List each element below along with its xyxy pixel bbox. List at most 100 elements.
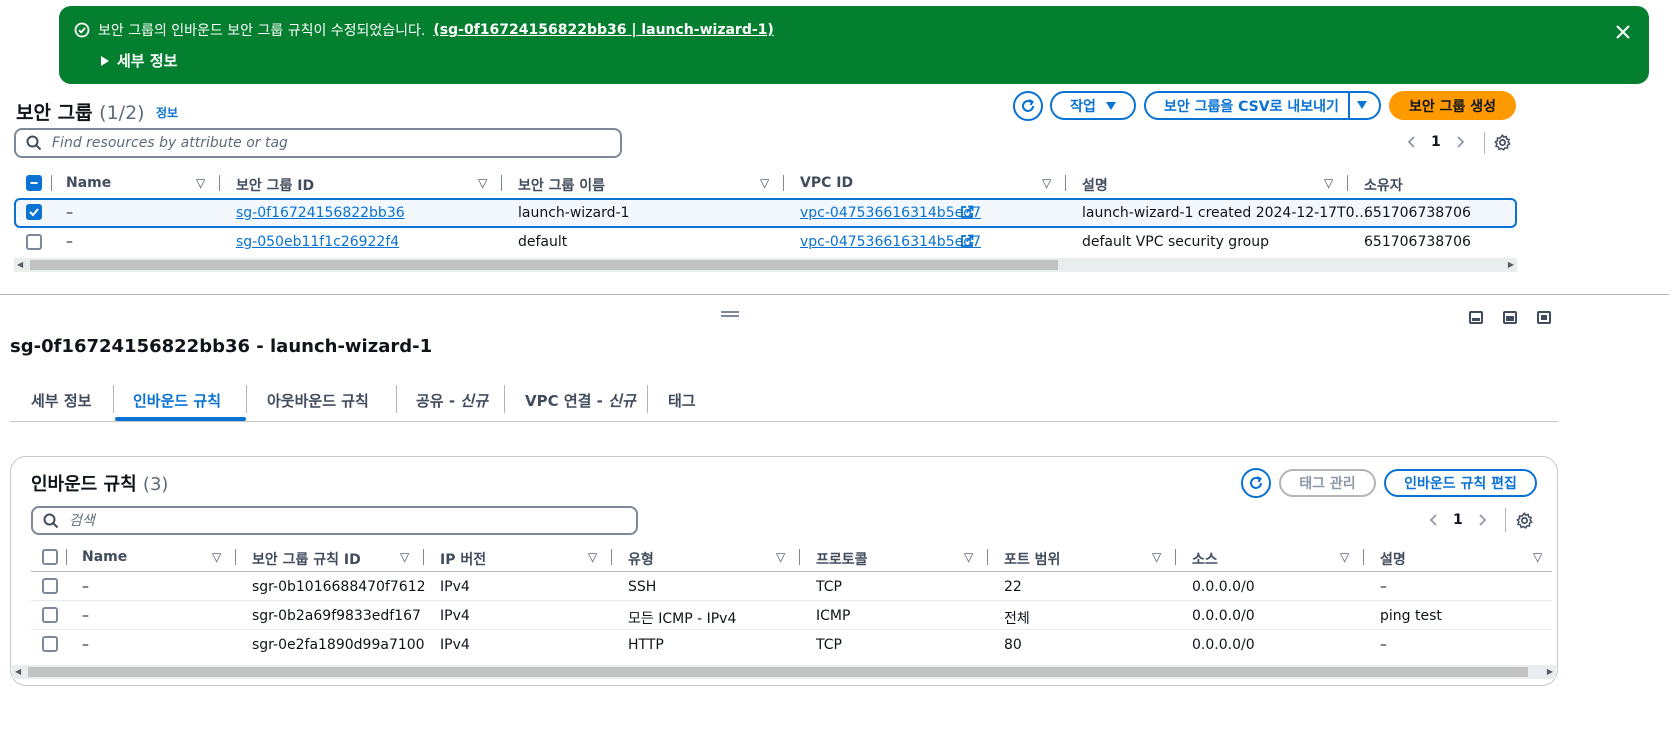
select-all-checkbox[interactable] <box>26 175 42 191</box>
tab-separator <box>113 385 114 413</box>
settings-gear-icon[interactable] <box>1516 512 1533 529</box>
sort-down-icon[interactable]: ▽ <box>1533 550 1542 564</box>
external-link-icon[interactable] <box>960 234 974 248</box>
sort-down-icon[interactable]: ▽ <box>1152 550 1161 564</box>
column-header-source[interactable]: 소스 <box>1192 549 1218 569</box>
sort-down-icon[interactable]: ▽ <box>196 176 205 190</box>
success-flash-banner: 보안 그룹의 인바운드 보안 그룹 규칙이 수정되었습니다. (sg-0f167… <box>59 6 1649 84</box>
actions-dropdown-button[interactable]: 작업 <box>1050 91 1136 120</box>
tab-inbound-rules[interactable]: 인바운드 규칙 <box>133 390 221 411</box>
cell-owner: 651706738706 <box>1364 234 1471 250</box>
tab-tags[interactable]: 태그 <box>668 390 696 411</box>
scroll-right-arrow-icon[interactable]: ▶ <box>1547 667 1553 676</box>
row-checkbox[interactable] <box>42 607 58 623</box>
sort-down-icon[interactable]: ▽ <box>1324 176 1333 190</box>
sort-down-icon[interactable]: ▽ <box>1340 550 1349 564</box>
pagination: 1 <box>1407 134 1465 150</box>
chevron-left-icon[interactable] <box>1429 514 1437 526</box>
chevron-right-icon[interactable] <box>1479 514 1487 526</box>
flash-resource-link[interactable]: (sg-0f16724156822bb36 | launch-wizard-1) <box>433 22 773 38</box>
scroll-right-arrow-icon[interactable]: ▶ <box>1508 260 1514 269</box>
scrollbar-thumb[interactable] <box>30 260 1058 270</box>
page-number[interactable]: 1 <box>1453 512 1463 528</box>
manage-tags-button[interactable]: 태그 관리 <box>1279 469 1376 497</box>
drag-handle-icon[interactable] <box>721 311 739 317</box>
column-header-sg-id[interactable]: 보안 그룹 ID <box>236 175 314 195</box>
scrollbar-thumb[interactable] <box>28 667 1528 677</box>
export-csv-button[interactable]: 보안 그룹을 CSV로 내보내기 <box>1164 96 1339 116</box>
tab-outbound-rules[interactable]: 아웃바운드 규칙 <box>267 390 369 411</box>
split-hide-icon[interactable] <box>1537 311 1551 324</box>
refresh-button[interactable] <box>1013 91 1043 121</box>
cell-vpc-link[interactable]: vpc-047536616314b5ed7 <box>800 205 981 221</box>
column-header-name[interactable]: Name <box>66 175 111 191</box>
column-header-rule-id[interactable]: 보안 그룹 규칙 ID <box>252 549 361 569</box>
row-checkbox[interactable] <box>26 234 42 250</box>
edit-inbound-rules-button[interactable]: 인바운드 규칙 편집 <box>1384 469 1537 497</box>
column-header-ip-version[interactable]: IP 버전 <box>440 549 486 569</box>
column-separator[interactable] <box>611 549 612 565</box>
horizontal-scrollbar[interactable]: ◀ ▶ <box>14 258 1517 272</box>
sort-down-icon[interactable]: ▽ <box>478 176 487 190</box>
select-all-checkbox[interactable] <box>42 549 58 565</box>
column-separator[interactable] <box>423 549 424 565</box>
column-header-type[interactable]: 유형 <box>628 549 654 569</box>
column-separator[interactable] <box>235 549 236 565</box>
create-security-group-button[interactable]: 보안 그룹 생성 <box>1389 91 1516 120</box>
cell-vpc-link[interactable]: vpc-047536616314b5ed7 <box>800 234 981 250</box>
column-separator[interactable] <box>1347 175 1348 191</box>
chevron-right-icon[interactable] <box>1457 136 1465 148</box>
flash-details-toggle[interactable]: 세부 정보 <box>101 50 177 71</box>
inbound-refresh-button[interactable] <box>1241 468 1271 498</box>
column-separator[interactable] <box>799 549 800 565</box>
info-link[interactable]: 정보 <box>156 104 178 121</box>
check-circle-icon <box>74 22 90 38</box>
column-header-description[interactable]: 설명 <box>1082 175 1108 195</box>
cell-sg-id-link[interactable]: sg-0f16724156822bb36 <box>236 205 405 221</box>
split-side-icon[interactable] <box>1503 311 1517 324</box>
refresh-icon <box>1020 98 1036 114</box>
column-separator[interactable] <box>1175 549 1176 565</box>
sort-down-icon[interactable]: ▽ <box>212 550 221 564</box>
column-header-port-range[interactable]: 포트 범위 <box>1004 549 1060 569</box>
cell-description: launch-wizard-1 created 2024-12-17T0… <box>1082 205 1369 221</box>
column-separator[interactable] <box>501 175 502 191</box>
sort-down-icon[interactable]: ▽ <box>588 550 597 564</box>
resource-search-input[interactable] <box>52 135 620 151</box>
sort-down-icon[interactable]: ▽ <box>400 550 409 564</box>
column-separator[interactable] <box>987 549 988 565</box>
export-caret-down-icon[interactable] <box>1357 101 1367 109</box>
column-header-description[interactable]: 설명 <box>1380 549 1406 569</box>
cell-sg-id-link[interactable]: sg-050eb11f1c26922f4 <box>236 234 399 250</box>
column-header-name[interactable]: Name <box>82 549 127 565</box>
tab-details[interactable]: 세부 정보 <box>31 390 91 411</box>
column-separator[interactable] <box>783 175 784 191</box>
scroll-left-arrow-icon[interactable]: ◀ <box>15 667 21 676</box>
row-checkbox[interactable] <box>42 636 58 652</box>
column-separator[interactable] <box>1065 175 1066 191</box>
inbound-search-input[interactable] <box>69 512 636 529</box>
column-header-sg-name[interactable]: 보안 그룹 이름 <box>518 175 605 195</box>
close-icon[interactable] <box>1615 24 1631 40</box>
column-header-vpc-id[interactable]: VPC ID <box>800 175 853 191</box>
column-separator[interactable] <box>1363 549 1364 565</box>
sort-down-icon[interactable]: ▽ <box>760 176 769 190</box>
page-number[interactable]: 1 <box>1431 134 1441 150</box>
settings-gear-icon[interactable] <box>1494 134 1511 151</box>
external-link-icon[interactable] <box>960 205 974 219</box>
column-header-protocol[interactable]: 프로토콜 <box>816 549 868 569</box>
column-separator[interactable] <box>219 175 220 191</box>
sort-down-icon[interactable]: ▽ <box>964 550 973 564</box>
row-checkbox[interactable] <box>42 578 58 594</box>
tab-sharing[interactable]: 공유 - 신규 <box>416 390 488 411</box>
split-bottom-icon[interactable] <box>1469 311 1483 324</box>
column-header-owner[interactable]: 소유자 <box>1364 175 1403 195</box>
row-checkbox[interactable] <box>26 204 42 220</box>
scroll-left-arrow-icon[interactable]: ◀ <box>17 260 23 269</box>
caret-right-icon <box>101 55 109 66</box>
inbound-horizontal-scrollbar[interactable]: ◀ ▶ <box>12 665 1556 679</box>
sort-down-icon[interactable]: ▽ <box>1042 176 1051 190</box>
tab-vpc-associations[interactable]: VPC 연결 - 신규 <box>525 390 636 411</box>
chevron-left-icon[interactable] <box>1407 136 1415 148</box>
sort-down-icon[interactable]: ▽ <box>776 550 785 564</box>
